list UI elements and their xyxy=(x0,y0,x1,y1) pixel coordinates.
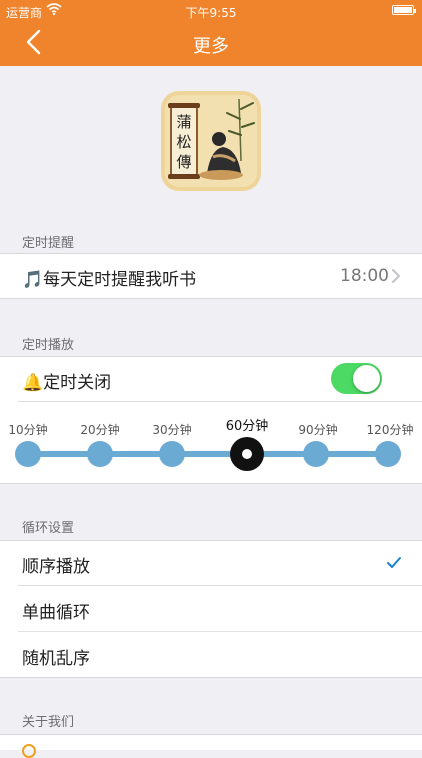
checkmark-icon xyxy=(386,555,402,574)
toggle-knob xyxy=(353,365,380,392)
navigation-bar: 更多 xyxy=(0,22,422,66)
slider-thumb-center xyxy=(242,449,252,459)
section-header-loop: 循环设置 xyxy=(22,521,75,536)
loop-group: 顺序播放 单曲循环 随机乱序 xyxy=(0,540,422,678)
about-group xyxy=(0,734,422,758)
slider-label-30: 30分钟 xyxy=(152,423,192,437)
divider xyxy=(0,483,422,484)
loop-option-sequential[interactable]: 顺序播放 xyxy=(0,540,422,586)
chevron-left-icon xyxy=(26,29,41,55)
loop-option-label: 随机乱序 xyxy=(22,649,90,669)
loop-option-single[interactable]: 单曲循环 xyxy=(0,586,422,632)
slider-stop-120[interactable] xyxy=(375,441,401,467)
slider-label-60: 60分钟 xyxy=(225,419,269,434)
battery-level-fill xyxy=(394,7,412,13)
slider-stop-20[interactable] xyxy=(87,441,113,467)
status-time: 下午9:55 xyxy=(185,6,237,20)
loop-option-label: 顺序播放 xyxy=(22,557,90,577)
page-title: 更多 xyxy=(193,36,229,57)
slider-label-120: 120分钟 xyxy=(366,423,414,437)
divider xyxy=(0,734,422,735)
reminder-group: 🎵每天定时提醒我听书 18:00 xyxy=(0,253,422,299)
slider-label-10: 10分钟 xyxy=(8,423,48,437)
svg-text:蒲: 蒲 xyxy=(176,113,191,131)
slider-label-20: 20分钟 xyxy=(80,423,120,437)
status-bar: 运营商 下午9:55 xyxy=(0,0,422,22)
timer-slider[interactable]: 10分钟 20分钟 30分钟 60分钟 90分钟 120分钟 xyxy=(0,402,422,484)
timer-off-toggle[interactable] xyxy=(331,363,382,394)
divider xyxy=(0,298,422,299)
loop-option-shuffle[interactable]: 随机乱序 xyxy=(0,632,422,678)
battery-icon xyxy=(392,5,416,15)
timer-off-row: 🔔定时关闭 xyxy=(0,356,422,402)
daily-reminder-label: 🎵每天定时提醒我听书 xyxy=(22,270,197,290)
timer-group: 🔔定时关闭 10分钟 20分钟 30分钟 60分钟 90分钟 120分钟 xyxy=(0,356,422,484)
loop-option-label: 单曲循环 xyxy=(22,603,90,623)
chevron-right-icon xyxy=(391,268,401,288)
app-logo: 蒲 松 傳 xyxy=(161,91,261,191)
slider-stop-10[interactable] xyxy=(15,441,41,467)
daily-reminder-row[interactable]: 🎵每天定时提醒我听书 18:00 xyxy=(0,253,422,299)
slider-stop-30[interactable] xyxy=(159,441,185,467)
slider-stop-90[interactable] xyxy=(303,441,329,467)
section-header-timer: 定时播放 xyxy=(22,338,75,353)
back-button[interactable] xyxy=(22,28,52,58)
timer-off-label: 🔔定时关闭 xyxy=(22,373,112,393)
reminder-time-value: 18:00 xyxy=(340,266,389,286)
svg-text:傳: 傳 xyxy=(176,153,191,171)
divider xyxy=(0,677,422,678)
section-header-reminder: 定时提醒 xyxy=(22,236,75,251)
about-item-icon xyxy=(22,744,36,758)
slider-track xyxy=(28,451,388,457)
slider-thumb-60[interactable] xyxy=(230,437,264,471)
svg-text:松: 松 xyxy=(176,133,191,151)
slider-label-90: 90分钟 xyxy=(298,423,338,437)
section-header-about: 关于我们 xyxy=(22,715,75,730)
